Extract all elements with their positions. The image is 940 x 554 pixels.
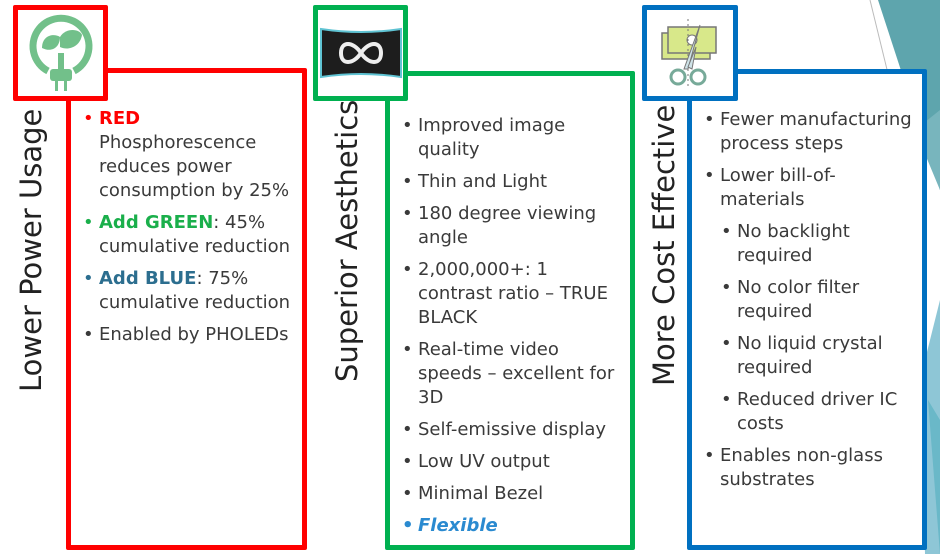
highlight-green: Add GREEN	[99, 212, 214, 233]
eco-plug-icon	[29, 14, 92, 91]
highlight-red: RED	[99, 108, 141, 129]
list-item: Minimal Bezel	[400, 482, 625, 506]
aesthetics-panel: Improved image quality Thin and Light 18…	[385, 71, 635, 550]
list-item: No color filter required	[719, 276, 917, 324]
power-icon-box	[13, 5, 108, 101]
cost-panel: Fewer manufacturing process steps Lower …	[687, 69, 927, 550]
list-item: Enabled by PHOLEDs	[81, 323, 296, 347]
list-item: No backlight required	[719, 220, 917, 268]
list-item: Real-time video speeds – excellent for 3…	[400, 338, 625, 410]
highlight-blue: Add BLUE	[99, 268, 197, 289]
list-item: Add GREEN: 45% cumulative reduction	[81, 211, 296, 259]
power-usage-panel: RED Phosphorescence reduces power consum…	[66, 68, 307, 550]
list-item: Self-emissive display	[400, 418, 625, 442]
list-item: Add BLUE: 75% cumulative reduction	[81, 267, 296, 315]
list-item: Fewer manufacturing process steps	[702, 108, 917, 156]
list-item: 2,000,000+: 1 contrast ratio – TRUE BLAC…	[400, 258, 625, 330]
list-item: Lower bill-of-materials	[702, 164, 917, 212]
list-item: No liquid crystal required	[719, 332, 917, 380]
list-item: Improved image quality	[400, 114, 625, 162]
aesthetics-icon-box	[313, 5, 408, 101]
money-scissors-icon	[661, 19, 717, 87]
list-item: Flexible	[400, 514, 625, 538]
cost-icon-box	[642, 5, 738, 101]
column-title: More Cost Effective	[647, 104, 681, 386]
list-item: Reduced driver IC costs	[719, 388, 917, 436]
column-title: Superior Aesthetics	[330, 99, 364, 382]
infinity-display-icon	[319, 27, 402, 79]
list-item: 180 degree viewing angle	[400, 202, 625, 250]
list-item: Low UV output	[400, 450, 625, 474]
item-text: Enabled by PHOLEDs	[99, 324, 289, 345]
list-item: Enables non-glass substrates	[702, 444, 917, 492]
list-item: Thin and Light	[400, 170, 625, 194]
column-title: Lower Power Usage	[14, 108, 48, 392]
item-text: Phosphorescence reduces power consumptio…	[99, 132, 290, 201]
list-item: RED Phosphorescence reduces power consum…	[81, 107, 296, 203]
